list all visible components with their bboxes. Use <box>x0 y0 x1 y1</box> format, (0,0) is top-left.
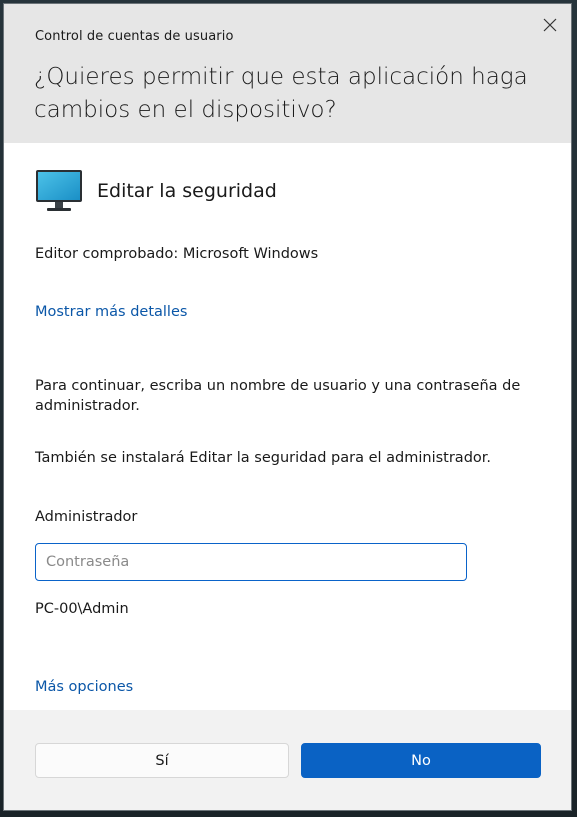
dialog-footer: Sí No <box>4 710 571 810</box>
yes-button[interactable]: Sí <box>35 743 289 778</box>
no-button-label: No <box>411 752 431 769</box>
dialog-question: ¿Quieres permitir que esta aplicación ha… <box>34 64 528 123</box>
close-icon <box>543 18 557 32</box>
monitor-icon <box>36 170 82 211</box>
publisher-text: Editor comprobado: Microsoft Windows <box>35 246 319 262</box>
dialog-title: Control de cuentas de usuario <box>35 29 234 44</box>
app-info: Editar la seguridad <box>35 168 277 214</box>
more-options-link[interactable]: Más opciones <box>35 679 133 695</box>
user-label: Administrador <box>35 509 138 525</box>
close-button[interactable] <box>535 10 565 40</box>
no-button[interactable]: No <box>301 743 541 778</box>
dialog-header: Control de cuentas de usuario ¿Quieres p… <box>4 4 571 143</box>
domain-user-text: PC-00\Admin <box>35 601 129 617</box>
password-input[interactable] <box>35 543 467 581</box>
instructions-text: Para continuar, escriba un nombre de usu… <box>35 378 521 414</box>
uac-dialog: Control de cuentas de usuario ¿Quieres p… <box>3 3 572 811</box>
show-details-link[interactable]: Mostrar más detalles <box>35 304 187 320</box>
app-name: Editar la seguridad <box>97 180 277 202</box>
yes-button-label: Sí <box>155 752 169 769</box>
also-install-text: También se instalará Editar la seguridad… <box>35 450 492 466</box>
